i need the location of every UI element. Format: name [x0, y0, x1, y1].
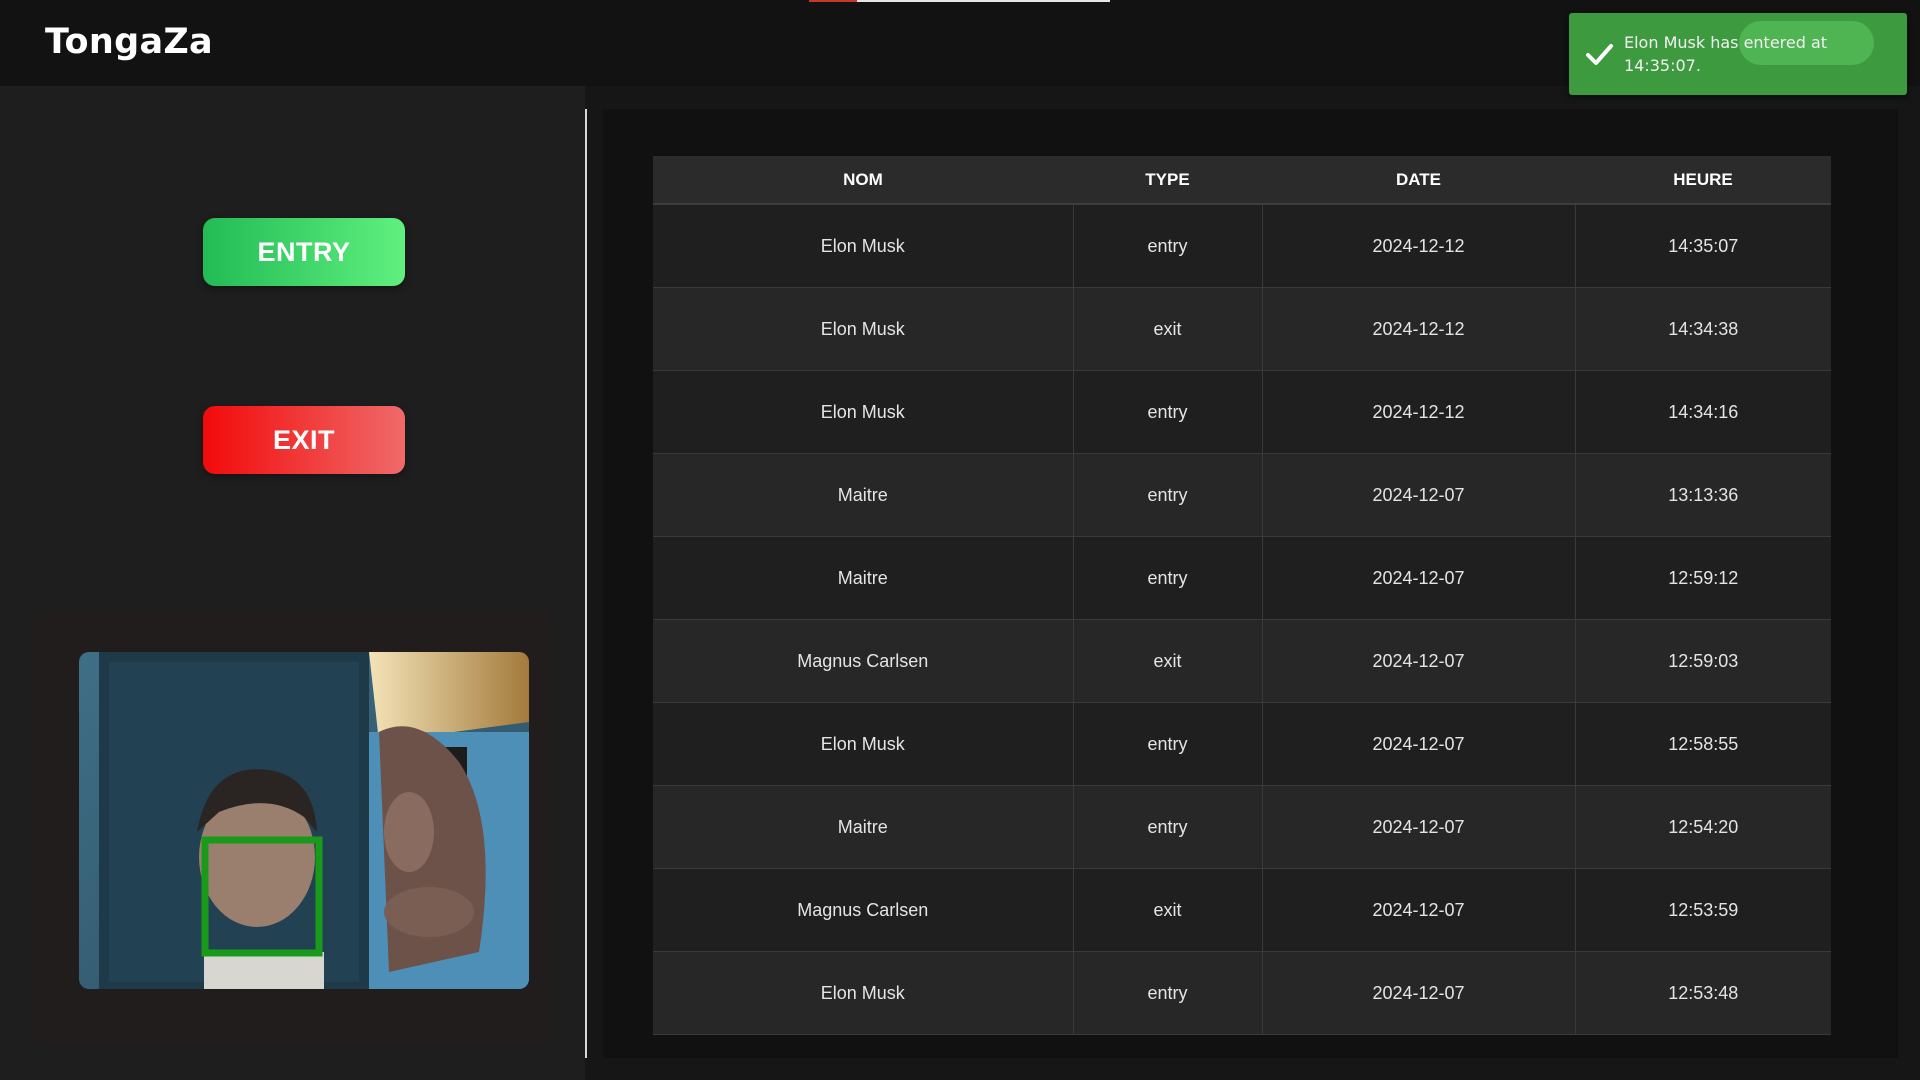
cell-date: 2024-12-07 — [1262, 951, 1576, 1035]
table-row[interactable]: Elon Musk exit 2024-12-12 14:34:38 — [653, 287, 1831, 371]
table-row[interactable]: Magnus Carlsen exit 2024-12-07 12:53:59 — [653, 868, 1831, 952]
cell-heure: 14:35:07 — [1575, 204, 1831, 288]
table-row[interactable]: Maitre entry 2024-12-07 12:59:12 — [653, 536, 1831, 620]
cell-heure: 12:53:48 — [1575, 951, 1831, 1035]
cell-type: entry — [1073, 453, 1263, 537]
table-row[interactable]: Elon Musk entry 2024-12-12 14:34:16 — [653, 370, 1831, 454]
column-header-nom[interactable]: NOM — [653, 156, 1073, 205]
cell-nom: Maitre — [653, 785, 1074, 869]
entry-button[interactable]: ENTRY — [203, 218, 405, 286]
cell-date: 2024-12-07 — [1262, 702, 1576, 786]
cell-type: exit — [1073, 287, 1263, 371]
cell-heure: 12:54:20 — [1575, 785, 1831, 869]
table-row[interactable]: Magnus Carlsen exit 2024-12-07 12:59:03 — [653, 619, 1831, 703]
cell-heure: 12:59:12 — [1575, 536, 1831, 620]
cell-type: entry — [1073, 536, 1263, 620]
table-header-row: NOM TYPE DATE HEURE — [653, 156, 1831, 205]
cell-type: entry — [1073, 370, 1263, 454]
cell-heure: 12:53:59 — [1575, 868, 1831, 952]
app-title: TongaZa — [45, 22, 213, 62]
notification-toast[interactable]: Elon Musk has entered at 14:35:07. — [1569, 13, 1907, 95]
cell-date: 2024-12-07 — [1262, 868, 1576, 952]
cell-date: 2024-12-07 — [1262, 536, 1576, 620]
cell-nom: Elon Musk — [653, 204, 1074, 288]
cell-type: entry — [1073, 204, 1263, 288]
cell-type: exit — [1073, 868, 1263, 952]
table-row[interactable]: Maitre entry 2024-12-07 12:54:20 — [653, 785, 1831, 869]
cell-nom: Elon Musk — [653, 951, 1074, 1035]
attendance-table: NOM TYPE DATE HEURE Elon Musk entry 2024… — [653, 156, 1831, 1035]
loading-bar-fill — [809, 0, 858, 2]
cell-nom: Maitre — [653, 536, 1074, 620]
camera-feed — [79, 652, 529, 989]
loading-bar — [809, 0, 1110, 2]
cell-type: entry — [1073, 951, 1263, 1035]
cell-heure: 14:34:16 — [1575, 370, 1831, 454]
cell-nom: Maitre — [653, 453, 1074, 537]
column-header-heure[interactable]: HEURE — [1575, 156, 1831, 205]
cell-heure: 12:58:55 — [1575, 702, 1831, 786]
column-header-date[interactable]: DATE — [1262, 156, 1575, 205]
cell-date: 2024-12-07 — [1262, 619, 1576, 703]
table-row[interactable]: Maitre entry 2024-12-07 13:13:36 — [653, 453, 1831, 537]
cell-type: exit — [1073, 619, 1263, 703]
cell-nom: Magnus Carlsen — [653, 868, 1074, 952]
toast-message: Elon Musk has entered at 14:35:07. — [1624, 33, 1828, 75]
cell-date: 2024-12-12 — [1262, 204, 1576, 288]
cell-date: 2024-12-12 — [1262, 370, 1576, 454]
exit-button[interactable]: EXIT — [203, 406, 405, 474]
table-row[interactable]: Elon Musk entry 2024-12-12 14:35:07 — [653, 204, 1831, 288]
cell-type: entry — [1073, 785, 1263, 869]
cell-heure: 13:13:36 — [1575, 453, 1831, 537]
table-row[interactable]: Elon Musk entry 2024-12-07 12:58:55 — [653, 702, 1831, 786]
table-row[interactable]: Elon Musk entry 2024-12-07 12:53:48 — [653, 951, 1831, 1035]
cell-date: 2024-12-07 — [1262, 785, 1576, 869]
cell-nom: Elon Musk — [653, 370, 1074, 454]
cell-nom: Magnus Carlsen — [653, 619, 1074, 703]
cell-date: 2024-12-12 — [1262, 287, 1576, 371]
cell-heure: 14:34:38 — [1575, 287, 1831, 371]
cell-nom: Elon Musk — [653, 287, 1074, 371]
cell-date: 2024-12-07 — [1262, 453, 1576, 537]
cell-nom: Elon Musk — [653, 702, 1074, 786]
checkmark-icon — [1586, 44, 1613, 65]
cell-type: entry — [1073, 702, 1263, 786]
column-header-type[interactable]: TYPE — [1073, 156, 1262, 205]
cell-heure: 12:59:03 — [1575, 619, 1831, 703]
